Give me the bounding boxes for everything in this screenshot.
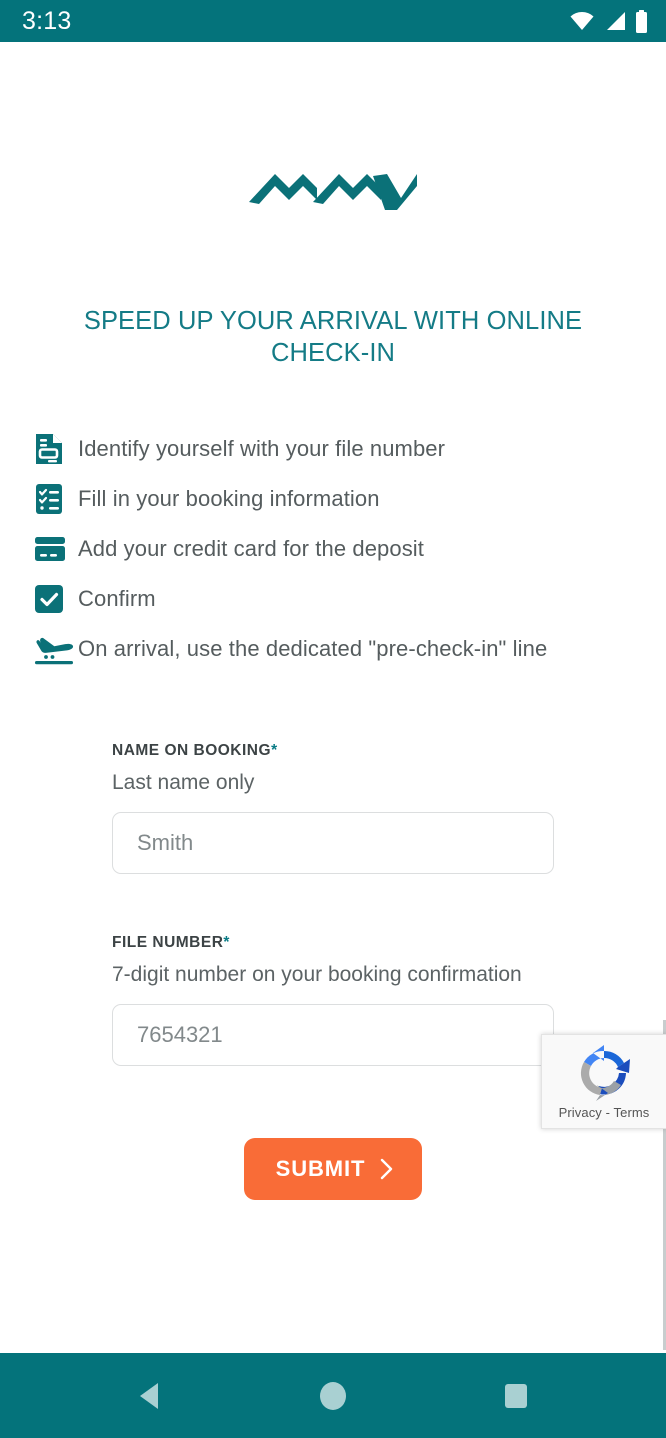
submit-row: SUBMIT <box>112 1138 554 1200</box>
android-navigation-bar <box>0 1353 666 1438</box>
step-label: Confirm <box>78 586 156 611</box>
name-on-booking-field-group: NAME ON BOOKING* Last name only <box>112 742 554 874</box>
phone-screen: 3:13 SPEED UP YOUR ARRIVAL WITH ONLINE C… <box>0 0 666 1438</box>
step-label: Fill in your booking information <box>78 486 380 511</box>
status-bar-icons <box>569 9 648 33</box>
credit-card-icon <box>34 536 78 562</box>
name-on-booking-hint: Last name only <box>112 771 255 794</box>
back-triangle-icon <box>136 1380 164 1412</box>
file-number-hint: 7-digit number on your booking confirmat… <box>112 963 522 986</box>
nav-recents-button[interactable] <box>486 1366 546 1426</box>
submit-button[interactable]: SUBMIT <box>243 1138 423 1200</box>
checkbox-check-icon <box>34 584 78 614</box>
name-on-booking-input[interactable] <box>112 812 554 874</box>
step-item: Identify yourself with your file number <box>34 424 666 474</box>
step-label: Add your credit card for the deposit <box>78 536 425 561</box>
submit-button-label: SUBMIT <box>275 1156 366 1181</box>
step-item: On arrival, use the dedicated "pre-check… <box>34 624 666 674</box>
checklist-icon <box>34 482 78 516</box>
page-content: SPEED UP YOUR ARRIVAL WITH ONLINE CHECK-… <box>0 42 666 1353</box>
step-label: On arrival, use the dedicated "pre-check… <box>78 636 548 661</box>
file-number-input[interactable] <box>112 1004 554 1066</box>
nav-home-button[interactable] <box>303 1366 363 1426</box>
file-number-field-group: FILE NUMBER* 7-digit number on your book… <box>112 934 554 1066</box>
cellular-signal-icon <box>604 11 626 31</box>
recents-square-icon <box>502 1381 530 1411</box>
step-label: Identify yourself with your file number <box>78 436 446 461</box>
form-spacer <box>112 892 554 934</box>
recaptcha-privacy-terms[interactable]: Privacy - Terms <box>559 1105 650 1120</box>
status-bar-clock: 3:13 <box>22 6 72 35</box>
home-circle-icon <box>318 1380 348 1412</box>
file-number-label: FILE NUMBER* <box>112 934 230 951</box>
checkin-form: NAME ON BOOKING* Last name only FILE NUM… <box>0 742 666 1200</box>
step-item: Fill in your booking information <box>34 474 666 524</box>
name-on-booking-label: NAME ON BOOKING* <box>112 742 278 759</box>
mmv-logo <box>0 42 666 212</box>
chevron-right-icon <box>379 1157 394 1181</box>
nav-back-button[interactable] <box>120 1366 180 1426</box>
recaptcha-badge[interactable]: Privacy - Terms <box>541 1034 666 1129</box>
step-item: Confirm <box>34 574 666 624</box>
required-asterisk: * <box>223 934 230 951</box>
page-title: SPEED UP YOUR ARRIVAL WITH ONLINE CHECK-… <box>83 307 583 367</box>
step-item: Add your credit card for the deposit <box>34 524 666 574</box>
document-icon <box>34 432 78 466</box>
plane-landing-icon <box>34 632 78 666</box>
recaptcha-logo-icon <box>574 1043 634 1103</box>
required-asterisk: * <box>271 742 278 759</box>
wifi-icon <box>569 11 595 31</box>
steps-list: Identify yourself with your file number … <box>0 424 666 674</box>
status-bar: 3:13 <box>0 0 666 42</box>
battery-icon <box>635 9 648 33</box>
